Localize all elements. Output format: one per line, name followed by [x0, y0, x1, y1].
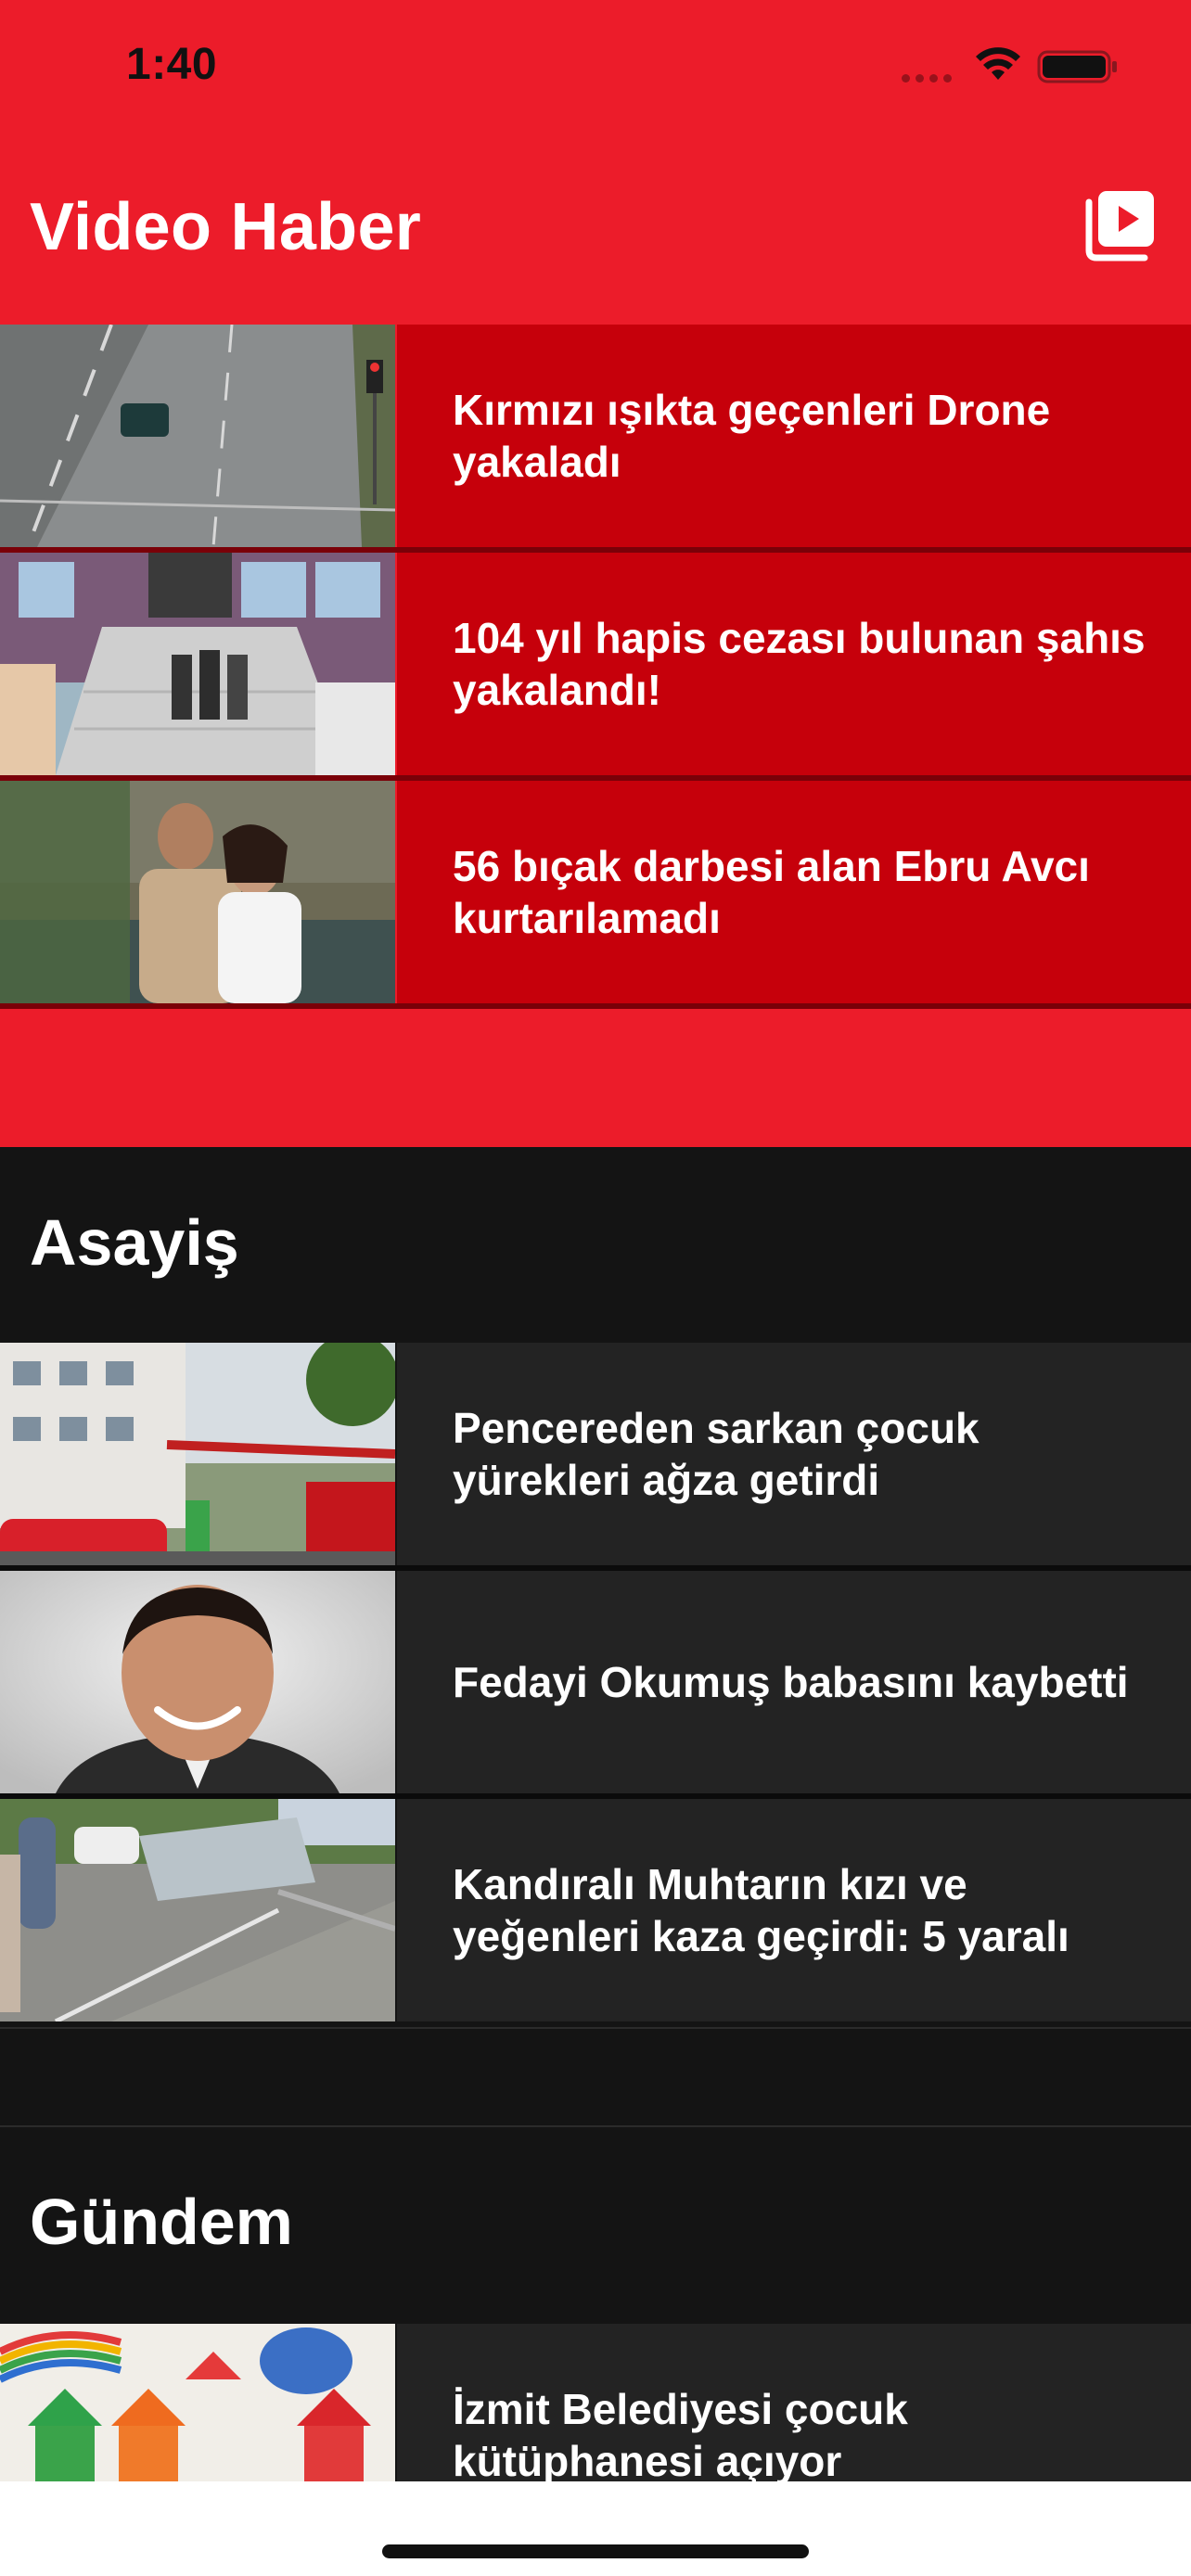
status-time: 1:40	[126, 40, 218, 89]
battery-icon	[1037, 50, 1117, 83]
car-crash-thumbnail	[0, 1799, 395, 2021]
section-title-gundem: Gündem	[30, 2186, 293, 2258]
video-list-button[interactable]	[1083, 187, 1158, 261]
news-title-cell: Kandıralı Muhtarın kızı ve yeğenleri kaz…	[397, 1799, 1191, 2021]
arrest-thumbnail	[0, 553, 395, 775]
news-title: Pencereden sarkan çocuk yürekleri ağza g…	[453, 1404, 980, 1504]
video-list-icon	[1085, 191, 1154, 261]
featured-title-cell: 56 bıçak darbesi alan Ebru Avcı kurtarıl…	[397, 781, 1191, 1003]
featured-title-cell: 104 yıl hapis cezası bulunan şahıs yakal…	[397, 553, 1191, 775]
wifi-icon	[976, 47, 1020, 80]
status-bar: 1:40	[0, 0, 1191, 139]
news-title-cell: Pencereden sarkan çocuk yürekleri ağza g…	[397, 1343, 1191, 1565]
row-divider	[0, 1003, 1191, 1009]
section-title-asayis: Asayiş	[30, 1206, 239, 1279]
page-title: Video Haber	[30, 190, 422, 264]
app-header: Video Haber	[0, 139, 1191, 321]
section-divider	[0, 2027, 1191, 2029]
home-indicator[interactable]	[382, 2544, 809, 2558]
featured-title: 56 bıçak darbesi alan Ebru Avcı kurtarıl…	[453, 842, 1090, 942]
cellular-signal-icon	[902, 74, 952, 83]
news-title: Fedayi Okumuş babasını kaybetti	[453, 1658, 1129, 1706]
featured-item[interactable]: 104 yıl hapis cezası bulunan şahıs yakal…	[0, 553, 1191, 775]
news-item[interactable]: Fedayi Okumuş babasını kaybetti	[0, 1571, 1191, 1793]
featured-item[interactable]: 56 bıçak darbesi alan Ebru Avcı kurtarıl…	[0, 781, 1191, 1003]
news-title: Kandıralı Muhtarın kızı ve yeğenleri kaz…	[453, 1860, 1069, 1960]
news-item[interactable]: Pencereden sarkan çocuk yürekleri ağza g…	[0, 1343, 1191, 1565]
featured-item[interactable]: Kırmızı ışıkta geçenleri Drone yakaladı	[0, 325, 1191, 547]
news-title-cell: Fedayi Okumuş babasını kaybetti	[397, 1571, 1191, 1793]
fire-truck-thumbnail	[0, 1343, 395, 1565]
news-item[interactable]: Kandıralı Muhtarın kızı ve yeğenleri kaz…	[0, 1799, 1191, 2021]
featured-title: Kırmızı ışıkta geçenleri Drone yakaladı	[453, 386, 1051, 486]
section-divider	[0, 2125, 1191, 2127]
featured-title-cell: Kırmızı ışıkta geçenleri Drone yakaladı	[397, 325, 1191, 547]
featured-title: 104 yıl hapis cezası bulunan şahıs yakal…	[453, 614, 1146, 714]
home-indicator-bar	[0, 2481, 1191, 2576]
news-title: İzmit Belediyesi çocuk kütüphanesi açıyo…	[453, 2385, 908, 2485]
drone-traffic-thumbnail	[0, 325, 395, 547]
couple-thumbnail	[0, 781, 395, 1003]
portrait-thumbnail	[0, 1571, 395, 1793]
